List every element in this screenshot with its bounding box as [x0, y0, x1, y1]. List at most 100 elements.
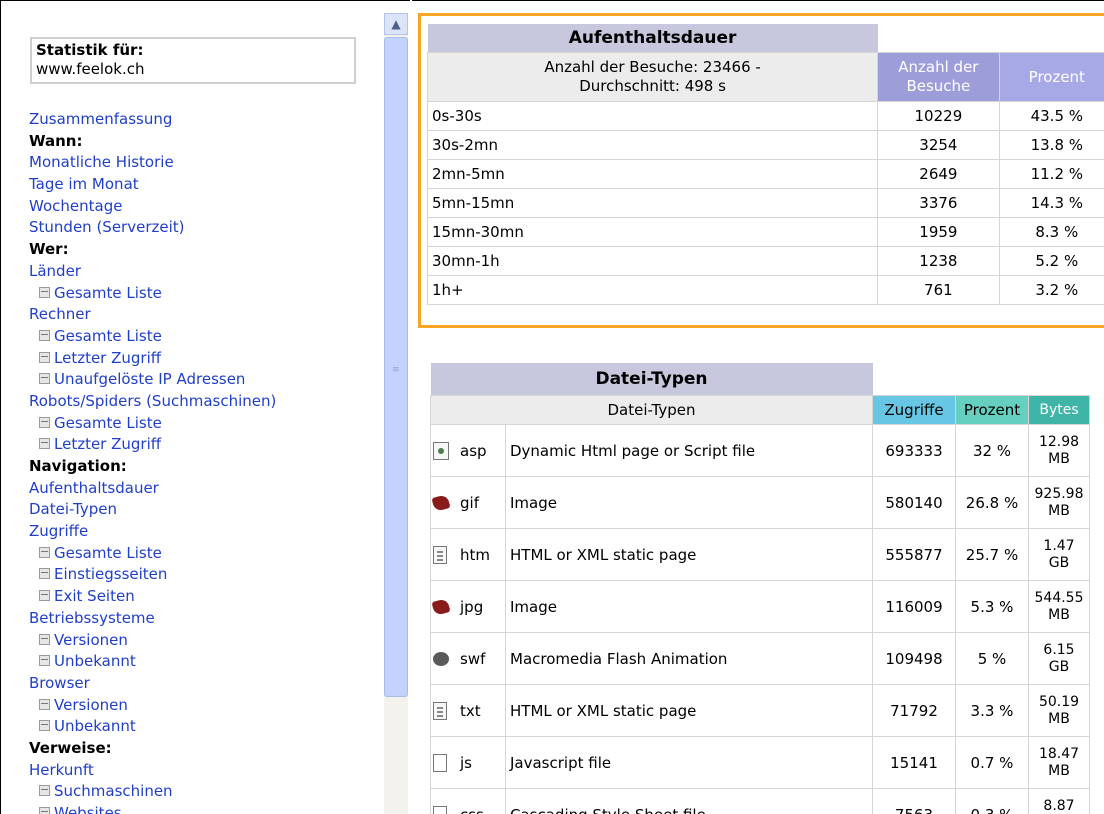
menu-section-header: Wer:: [29, 239, 379, 261]
filetype-bytes: 6.15 GB: [1028, 632, 1090, 685]
filetype-bytes: 12.98 MB: [1028, 424, 1090, 477]
menu-subitem[interactable]: Suchmaschinen: [29, 781, 379, 803]
scroll-grip-icon: ≡: [392, 365, 400, 375]
menu-item: Robots/Spiders (Suchmaschinen): [29, 391, 379, 413]
menu-item: Monatliche Historie: [29, 152, 379, 174]
menu-subitem-link[interactable]: Gesamte Liste: [54, 284, 162, 302]
duration-row: 15mn-30mn 1959 8.3 %: [426, 217, 1104, 247]
menu-item-link[interactable]: Wochentage: [29, 197, 122, 215]
menu-subitem[interactable]: Gesamte Liste: [29, 326, 379, 348]
menu-section-header: Navigation:: [29, 456, 379, 478]
menu-subitem[interactable]: Gesamte Liste: [29, 283, 379, 305]
filetype-row: cssCascading Style Sheet file75630.3 %8.…: [430, 788, 1090, 814]
filetype-bytes-value: 6.15: [1043, 641, 1075, 658]
filetype-hits: 116009: [872, 580, 956, 633]
duration-range: 1h+: [426, 275, 879, 305]
blank-file-icon: [433, 753, 447, 772]
menu-subitem-link[interactable]: Unbekannt: [54, 652, 136, 670]
menu-item-link[interactable]: Datei-Typen: [29, 500, 117, 518]
column-header-visits: Anzahl der Besuche: [877, 52, 1000, 102]
menu-item-link[interactable]: Robots/Spiders (Suchmaschinen): [29, 392, 276, 410]
duration-percent: 3.2 %: [998, 275, 1104, 305]
menu-item-link[interactable]: Rechner: [29, 305, 91, 323]
datei-typen-table: Datei-Typen Datei-Typen Zugriffe Prozent…: [430, 363, 1090, 814]
navigation-frame: Statistik für: www.feelok.ch Zusammenfas…: [0, 0, 410, 814]
menu-subitem-link[interactable]: Letzter Zugriff: [54, 349, 161, 367]
column-header-percent: Prozent: [955, 395, 1029, 425]
list-square-icon: [39, 720, 50, 732]
menu-subitem[interactable]: Unbekannt: [29, 651, 379, 673]
menu-subitem-link[interactable]: Unbekannt: [54, 717, 136, 735]
menu-item: Betriebssysteme: [29, 608, 379, 630]
menu-item-link[interactable]: Zusammenfassung: [29, 110, 172, 128]
menu-subitem[interactable]: Exit Seiten: [29, 586, 379, 608]
menu-item-link[interactable]: Stunden (Serverzeit): [29, 218, 185, 236]
scroll-thumb[interactable]: ≡: [384, 37, 408, 697]
menu-subitem-link[interactable]: Exit Seiten: [54, 587, 135, 605]
list-square-icon: [39, 633, 50, 645]
duration-range: 15mn-30mn: [426, 217, 879, 247]
filetype-hits: 109498: [872, 632, 956, 685]
statistics-for-label: Statistik für:: [36, 41, 144, 59]
duration-percent: 14.3 %: [998, 188, 1104, 218]
menu-subitem-link[interactable]: Letzter Zugriff: [54, 435, 161, 453]
statistics-for-box: Statistik für: www.feelok.ch: [30, 37, 356, 84]
filetype-bytes-unit: MB: [1048, 450, 1070, 467]
menu-item: Datei-Typen: [29, 499, 379, 521]
menu-subitem[interactable]: Gesamte Liste: [29, 543, 379, 565]
menu-subitem[interactable]: Gesamte Liste: [29, 413, 379, 435]
menu-subitem-link[interactable]: Gesamte Liste: [54, 327, 162, 345]
menu-item-link[interactable]: Aufenthaltsdauer: [29, 479, 159, 497]
menu-subitem-link[interactable]: Unaufgelöste IP Adressen: [54, 370, 245, 388]
duration-percent: 8.3 %: [998, 217, 1104, 247]
filetype-percent: 5 %: [955, 632, 1029, 685]
scroll-up-button[interactable]: ▲: [384, 13, 408, 35]
menu-subitem[interactable]: Unbekannt: [29, 716, 379, 738]
menu-subitem-link[interactable]: Versionen: [54, 696, 128, 714]
filetype-icon-cell: [430, 632, 459, 685]
menu-subitem[interactable]: Einstiegsseiten: [29, 564, 379, 586]
filetype-bytes-value: 18.47: [1038, 745, 1080, 762]
menu-item-link[interactable]: Monatliche Historie: [29, 153, 174, 171]
column-header-hits: Zugriffe: [872, 395, 956, 425]
menu-item-link[interactable]: Tage im Monat: [29, 175, 139, 193]
menu-section-label: Wer:: [29, 240, 69, 259]
filetype-icon-cell: [430, 476, 459, 529]
menu-item-link[interactable]: Herkunft: [29, 761, 94, 779]
menu-subitem-link[interactable]: Websites: [54, 804, 122, 814]
menu-subitem[interactable]: Versionen: [29, 695, 379, 717]
menu-subitem[interactable]: Unaufgelöste IP Adressen: [29, 369, 379, 391]
menu-subitem[interactable]: Websites: [29, 803, 379, 814]
list-square-icon: [39, 438, 50, 450]
menu-subitem-link[interactable]: Gesamte Liste: [54, 544, 162, 562]
list-square-icon: [39, 590, 50, 602]
vertical-scrollbar[interactable]: ▲ ≡: [384, 13, 408, 814]
navigation-menu: Zusammenfassung Wann: Monatliche Historie T…: [29, 109, 379, 814]
duration-range: 2mn-5mn: [426, 159, 879, 189]
filetype-extension: swf: [459, 632, 506, 685]
column-header-visits-line1: Anzahl der: [898, 58, 979, 76]
duration-visits: 2649: [877, 159, 1000, 189]
menu-subitem-link[interactable]: Versionen: [54, 631, 128, 649]
menu-subitem[interactable]: Versionen: [29, 630, 379, 652]
filetype-row: js Javascript file 15141 0.7 % 18.47 MB: [430, 736, 1090, 789]
menu-section-header: Verweise:: [29, 738, 379, 760]
duration-row: 1h+ 761 3.2 %: [426, 275, 1104, 305]
list-square-icon: [39, 416, 50, 428]
menu-subitem-link[interactable]: Einstiegsseiten: [54, 565, 167, 583]
menu-subitem-link[interactable]: Suchmaschinen: [54, 782, 173, 800]
menu-subitem-link[interactable]: Gesamte Liste: [54, 414, 162, 432]
filetype-bytes-unit: GB: [1048, 554, 1070, 571]
menu-item-link[interactable]: Browser: [29, 674, 90, 692]
column-header-visits-line2: Besuche: [906, 77, 971, 95]
filetype-extension: gif: [459, 476, 506, 529]
filetype-bytes: 544.55 MB: [1028, 580, 1090, 633]
menu-item-link[interactable]: Länder: [29, 262, 81, 280]
menu-item-link[interactable]: Betriebssysteme: [29, 609, 155, 627]
filetype-bytes-value: 544.55: [1034, 589, 1084, 606]
menu-subitem[interactable]: Letzter Zugriff: [29, 348, 379, 370]
list-square-icon: [39, 568, 50, 580]
filetype-bytes: 925.98 MB: [1028, 476, 1090, 529]
menu-item-link[interactable]: Zugriffe: [29, 522, 88, 540]
menu-subitem[interactable]: Letzter Zugriff: [29, 434, 379, 456]
